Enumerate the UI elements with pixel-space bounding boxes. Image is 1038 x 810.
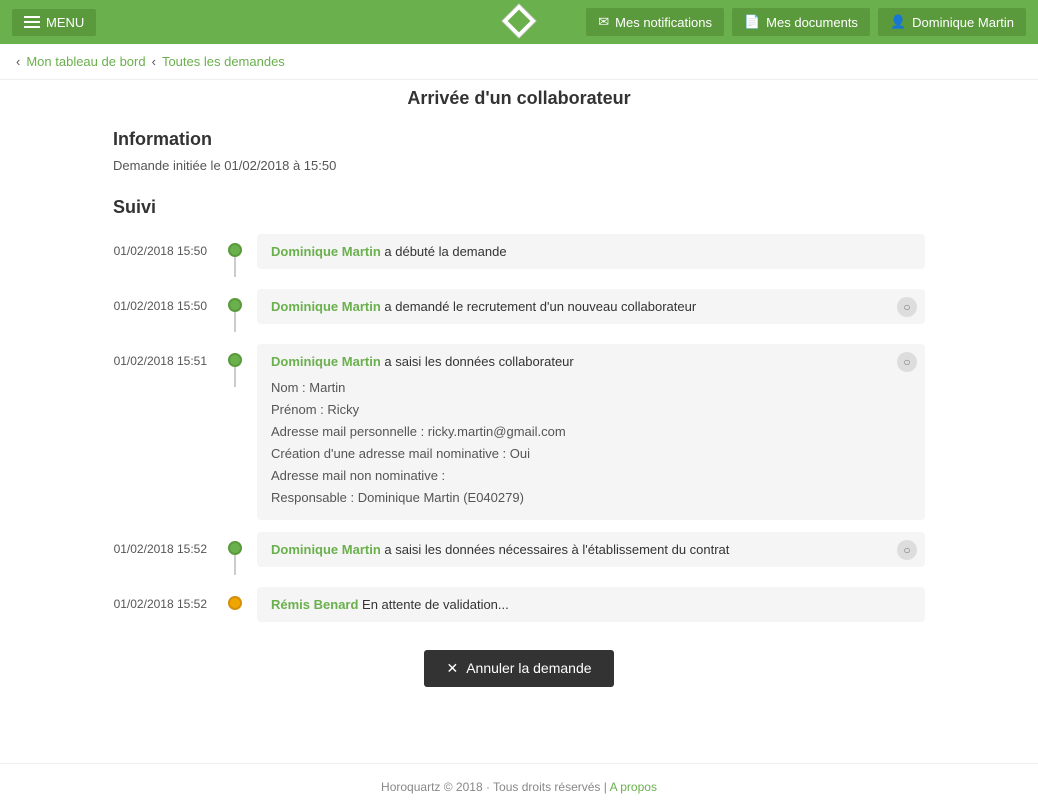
- timeline-connector: [234, 257, 236, 277]
- times-icon: ✕: [446, 660, 458, 677]
- breadcrumb-parent[interactable]: Toutes les demandes: [162, 54, 285, 69]
- timeline-item: 01/02/2018 15:52 Dominique Martin a saisi…: [113, 532, 925, 575]
- cancel-button[interactable]: ✕ Annuler la demande: [424, 650, 613, 687]
- timeline-expand-button[interactable]: ○: [897, 297, 917, 317]
- breadcrumb-sep2: ‹: [152, 54, 156, 69]
- user-label: Dominique Martin: [912, 15, 1014, 30]
- menu-label: MENU: [46, 15, 84, 30]
- documents-button[interactable]: 📄 Mes documents: [732, 8, 870, 36]
- logo: [500, 2, 538, 43]
- timeline-details: Nom : MartinPrénom : RickyAdresse mail p…: [271, 377, 911, 510]
- cancel-section: ✕ Annuler la demande: [113, 650, 925, 687]
- breadcrumb: ‹ Mon tableau de bord ‹ Toutes les deman…: [0, 44, 1038, 80]
- footer-text: Horoquartz © 2018 · Tous droits réservés: [381, 780, 600, 794]
- timeline-date: 01/02/2018 15:52: [113, 532, 223, 556]
- timeline-date: 01/02/2018 15:50: [113, 289, 223, 313]
- timeline-line-wrap: [223, 289, 247, 332]
- timeline-card: Dominique Martin a saisi les données néc…: [257, 532, 925, 567]
- main-content: Information Demande initiée le 01/02/201…: [89, 113, 949, 743]
- timeline-line-wrap: [223, 234, 247, 277]
- timeline-card: Dominique Martin a débuté la demande: [257, 234, 925, 269]
- timeline-item: 01/02/2018 15:50 Dominique Martin a deman…: [113, 289, 925, 332]
- timeline-item: 01/02/2018 15:52 Rémis Benard En attente …: [113, 587, 925, 622]
- timeline-line-wrap: [223, 532, 247, 575]
- timeline-dot: [228, 353, 242, 367]
- footer-link[interactable]: A propos: [610, 780, 657, 794]
- timeline-action: a saisi les données collaborateur: [381, 354, 574, 369]
- detail-row: Prénom : Ricky: [271, 399, 911, 421]
- timeline-user: Dominique Martin: [271, 244, 381, 259]
- timeline-connector: [234, 367, 236, 387]
- timeline-card: Rémis Benard En attente de validation...: [257, 587, 925, 622]
- header-right: ✉ Mes notifications 📄 Mes documents 👤 Do…: [586, 8, 1026, 36]
- suivi-section: Suivi 01/02/2018 15:50 Dominique Martin a…: [113, 197, 925, 622]
- page-title: Arrivée d'un collaborateur: [0, 80, 1038, 113]
- user-button[interactable]: 👤 Dominique Martin: [878, 8, 1026, 36]
- timeline-card: Dominique Martin a demandé le recrutemen…: [257, 289, 925, 324]
- documents-label: Mes documents: [766, 15, 858, 30]
- breadcrumb-sep1: ‹: [16, 54, 20, 69]
- timeline-user: Dominique Martin: [271, 299, 381, 314]
- information-date: Demande initiée le 01/02/2018 à 15:50: [113, 158, 925, 173]
- timeline-dot: [228, 541, 242, 555]
- timeline: 01/02/2018 15:50 Dominique Martin a début…: [113, 234, 925, 622]
- menu-icon: [24, 16, 40, 28]
- timeline-card: Dominique Martin a saisi les données col…: [257, 344, 925, 520]
- timeline-user: Dominique Martin: [271, 354, 381, 369]
- timeline-action: a débuté la demande: [381, 244, 507, 259]
- information-section: Information Demande initiée le 01/02/201…: [113, 129, 925, 173]
- timeline-user: Dominique Martin: [271, 542, 381, 557]
- notifications-label: Mes notifications: [615, 15, 712, 30]
- information-title: Information: [113, 129, 925, 150]
- timeline-expand-button[interactable]: ○: [897, 352, 917, 372]
- timeline-action: a demandé le recrutement d'un nouveau co…: [381, 299, 696, 314]
- detail-row: Responsable : Dominique Martin (E040279): [271, 487, 911, 509]
- logo-diamond-icon: [500, 2, 538, 40]
- document-icon: 📄: [744, 14, 760, 30]
- timeline-dot: [228, 298, 242, 312]
- timeline-date: 01/02/2018 15:50: [113, 234, 223, 258]
- timeline-action: En attente de validation...: [358, 597, 508, 612]
- timeline-expand-button[interactable]: ○: [897, 540, 917, 560]
- timeline-line-wrap: [223, 344, 247, 387]
- user-icon: 👤: [890, 14, 906, 30]
- header-left: MENU: [12, 9, 96, 36]
- timeline-date: 01/02/2018 15:51: [113, 344, 223, 368]
- envelope-icon: ✉: [598, 14, 609, 30]
- timeline-user: Rémis Benard: [271, 597, 358, 612]
- timeline-item: 01/02/2018 15:50 Dominique Martin a début…: [113, 234, 925, 277]
- timeline-connector: [234, 555, 236, 575]
- footer: Horoquartz © 2018 · Tous droits réservés…: [0, 763, 1038, 810]
- timeline-action: a saisi les données nécessaires à l'étab…: [381, 542, 730, 557]
- detail-row: Adresse mail personnelle : ricky.martin@…: [271, 421, 911, 443]
- detail-row: Adresse mail non nominative :: [271, 465, 911, 487]
- header: MENU ✉ Mes notifications 📄 Mes documents…: [0, 0, 1038, 44]
- breadcrumb-home[interactable]: Mon tableau de bord: [26, 54, 145, 69]
- timeline-line-wrap: [223, 587, 247, 610]
- suivi-title: Suivi: [113, 197, 925, 218]
- timeline-connector: [234, 312, 236, 332]
- notifications-button[interactable]: ✉ Mes notifications: [586, 8, 724, 36]
- timeline-item: 01/02/2018 15:51 Dominique Martin a saisi…: [113, 344, 925, 520]
- timeline-dot: [228, 596, 242, 610]
- detail-row: Création d'une adresse mail nominative :…: [271, 443, 911, 465]
- detail-row: Nom : Martin: [271, 377, 911, 399]
- timeline-dot: [228, 243, 242, 257]
- timeline-date: 01/02/2018 15:52: [113, 587, 223, 611]
- menu-button[interactable]: MENU: [12, 9, 96, 36]
- cancel-label: Annuler la demande: [466, 660, 591, 676]
